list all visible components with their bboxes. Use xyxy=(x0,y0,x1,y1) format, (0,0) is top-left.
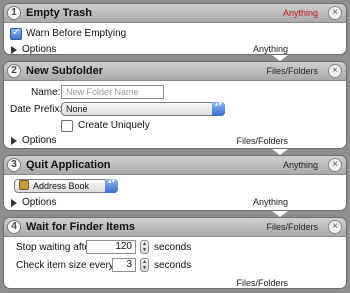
action-new-subfolder: 2 New Subfolder Files/Folders × Name: Ne… xyxy=(3,61,347,155)
popup-arrows-icon: ▴▾ xyxy=(105,178,118,193)
action-title: Quit Application xyxy=(26,159,111,171)
action-title: Empty Trash xyxy=(26,7,93,19)
action-title: New Subfolder xyxy=(26,65,104,77)
stop-waiting-unit: seconds xyxy=(154,242,192,253)
date-prefix-value: None xyxy=(66,104,88,114)
check-size-label: Check item size every xyxy=(16,260,114,271)
check-size-unit: seconds xyxy=(154,260,192,271)
action-title: Wait for Finder Items xyxy=(26,221,135,233)
action-titlebar[interactable]: 1 Empty Trash Anything × xyxy=(4,4,346,23)
workflow-stack: 1 Empty Trash Anything × Warn Before Emp… xyxy=(0,0,350,293)
name-label: Name: xyxy=(31,87,61,98)
action-titlebar[interactable]: 4 Wait for Finder Items Files/Folders × xyxy=(4,218,346,237)
action-titlebar[interactable]: 3 Quit Application Anything × xyxy=(4,156,346,175)
close-icon[interactable]: × xyxy=(328,64,342,78)
address-book-icon xyxy=(19,180,29,190)
create-uniquely-checkbox[interactable] xyxy=(61,120,73,132)
action-number: 2 xyxy=(7,64,21,78)
disclosure-triangle-icon[interactable] xyxy=(11,199,17,207)
disclosure-triangle-icon[interactable] xyxy=(11,46,17,54)
action-number: 1 xyxy=(7,6,21,20)
close-icon[interactable]: × xyxy=(328,158,342,172)
action-wait-for-finder-items: 4 Wait for Finder Items Files/Folders × … xyxy=(3,217,347,289)
check-size-field[interactable]: 3 xyxy=(112,258,136,272)
action-type: Anything xyxy=(282,8,318,18)
action-titlebar[interactable]: 2 New Subfolder Files/Folders × xyxy=(4,62,346,81)
action-type: Files/Folders xyxy=(266,66,318,76)
stop-waiting-stepper[interactable]: ▲ ▼ xyxy=(140,240,149,254)
action-footer-type: Files/Folders xyxy=(236,136,288,146)
action-type: Files/Folders xyxy=(266,222,318,232)
action-type: Anything xyxy=(282,160,318,170)
action-number: 3 xyxy=(7,158,21,172)
application-value: Address Book xyxy=(33,181,90,191)
options-label[interactable]: Options xyxy=(22,135,56,146)
warn-checkbox[interactable] xyxy=(10,27,22,40)
action-empty-trash: 1 Empty Trash Anything × Warn Before Emp… xyxy=(3,3,347,61)
name-field[interactable]: New Folder Name xyxy=(61,85,164,99)
warn-label[interactable]: Warn Before Emptying xyxy=(26,28,126,39)
close-icon[interactable]: × xyxy=(328,6,342,20)
date-prefix-label: Date Prefix: xyxy=(10,104,63,115)
action-number: 4 xyxy=(7,220,21,234)
create-uniquely-label[interactable]: Create Uniquely xyxy=(78,120,150,131)
popup-arrows-icon: ▴▾ xyxy=(212,101,225,116)
action-footer-type: Anything xyxy=(252,197,288,207)
disclosure-triangle-icon[interactable] xyxy=(11,137,17,145)
action-footer-type: Anything xyxy=(252,44,288,54)
options-label[interactable]: Options xyxy=(22,44,56,55)
options-label[interactable]: Options xyxy=(22,197,56,208)
action-footer-type: Files/Folders xyxy=(236,278,288,288)
stop-waiting-label: Stop waiting after xyxy=(16,242,94,253)
close-icon[interactable]: × xyxy=(328,220,342,234)
date-prefix-popup[interactable]: None ▴▾ xyxy=(61,101,225,116)
action-quit-application: 3 Quit Application Anything × Address Bo… xyxy=(3,155,347,217)
check-size-stepper[interactable]: ▲ ▼ xyxy=(140,258,149,272)
application-popup[interactable]: Address Book ▴▾ xyxy=(14,178,118,193)
stop-waiting-field[interactable]: 120 xyxy=(86,240,136,254)
